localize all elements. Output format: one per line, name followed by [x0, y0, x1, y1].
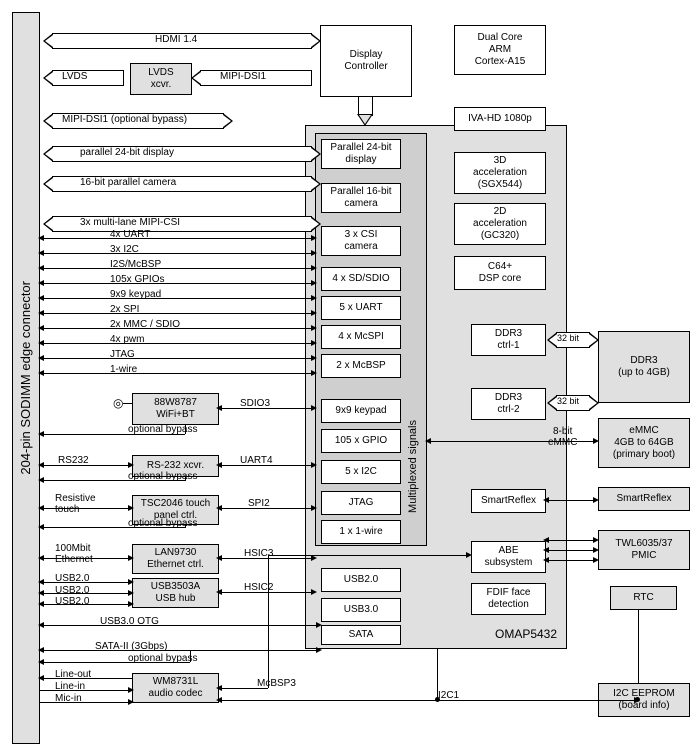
int-sdio: 4 x SD/SDIO — [321, 267, 401, 291]
int-usb20: USB2.0 — [321, 568, 401, 592]
display-controller: Display Controller — [320, 25, 412, 97]
linein-label: Line-in — [55, 681, 85, 692]
pmic-ext: TWL6035/37 PMIC — [598, 530, 690, 570]
lvds-xcvr: LVDS xcvr. — [130, 63, 192, 95]
int-usb30: USB3.0 — [321, 598, 401, 622]
usb30otg-label: USB3.0 OTG — [100, 616, 159, 627]
emmc-ext: eMMC 4GB to 64GB (primary boot) — [598, 418, 690, 468]
antenna-icon: ◎ — [113, 397, 123, 410]
uart4-label: UART4 — [240, 455, 273, 466]
fdif: FDIF face detection — [471, 583, 546, 615]
ddr3-2-label: 32 bit — [557, 397, 579, 407]
mipi-dsi1-label: MIPI-DSI1 — [220, 71, 266, 82]
rtc-ext: RTC — [610, 586, 677, 610]
audio-chip: WM8731L audio codec — [132, 673, 219, 703]
rs232-label: RS232 — [58, 455, 89, 466]
mux-keypad: 9x9 keypad — [110, 289, 161, 300]
int-jtag: JTAG — [321, 491, 401, 515]
int-p16: Parallel 16-bit camera — [321, 183, 401, 213]
micin-label: Mic-in — [55, 693, 82, 704]
usb20-a: USB2.0 — [55, 573, 89, 584]
mux-jtag: JTAG — [110, 349, 135, 360]
mux-1wire: 1-wire — [110, 364, 137, 375]
sdio3-label: SDIO3 — [240, 398, 270, 409]
int-mcbsp: 2 x McBSP — [321, 354, 401, 378]
restouch-label: Resistive touch — [55, 493, 96, 515]
mux-signals-label: Multiplexed signals — [407, 420, 419, 516]
mux-mmc: 2x MMC / SDIO — [110, 319, 180, 330]
edge-connector: 204-pin SODIMM edge connector — [12, 12, 40, 744]
csi3x-label: 3x multi-lane MIPI-CSI — [80, 217, 180, 228]
int-uart: 5 x UART — [321, 296, 401, 320]
ddr3-1-label: 32 bit — [557, 334, 579, 344]
ddr3-ctrl1: DDR3 ctrl-1 — [471, 324, 546, 356]
int-sata: SATA — [321, 625, 401, 645]
hsic3-label: HSIC3 — [244, 548, 273, 559]
lvds-label: LVDS — [62, 71, 87, 82]
p16-label: 16-bit parallel camera — [80, 177, 176, 188]
mux-gpio: 105x GPIOs — [110, 274, 164, 285]
ddr3-ctrl2: DDR3 ctrl-2 — [471, 388, 546, 420]
smartreflex-int: SmartReflex — [471, 489, 546, 513]
bypass-wifi: optional bypass — [128, 424, 198, 435]
lan-chip: LAN9730 Ethernet ctrl. — [132, 544, 219, 574]
mux-i2s: I2S/McBSP — [110, 259, 161, 270]
int-1wire: 1 x 1-wire — [321, 520, 401, 544]
int-gpio: 105 x GPIO — [321, 429, 401, 453]
mipi-bypass-label: MIPI-DSI1 (optional bypass) — [62, 114, 187, 125]
edge-connector-label: 204-pin SODIMM edge connector — [18, 281, 34, 475]
int-csi: 3 x CSI camera — [321, 226, 401, 256]
usb20-b: USB2.0 — [55, 585, 89, 596]
soc-label: OMAP5432 — [495, 628, 557, 641]
sata-label: SATA-II (3Gbps) — [95, 641, 167, 652]
sgx544: 3D acceleration (SGX544) — [454, 152, 546, 194]
lineout-label: Line-out — [55, 669, 91, 680]
dsp: C64+ DSP core — [454, 256, 546, 290]
eth-label: 100Mbit Ethernet — [55, 543, 93, 565]
bypass-touch: optional bypass — [128, 518, 198, 529]
abe: ABE subsystem — [471, 541, 546, 573]
hsic2-label: HSIC2 — [244, 582, 273, 593]
wifi-chip: 88W8787 WiFi+BT — [132, 393, 219, 425]
mux-uart: 4x UART — [110, 229, 150, 240]
usb20-c: USB2.0 — [55, 596, 89, 607]
iva-hd: IVA-HD 1080p — [454, 107, 546, 131]
mux-i2c: 3x I2C — [110, 244, 139, 255]
gc320: 2D acceleration (GC320) — [454, 203, 546, 245]
i2c1-label: I2C1 — [438, 690, 459, 701]
bypass-sata: optional bypass — [128, 653, 198, 664]
usbhub-chip: USB3503A USB hub — [132, 578, 219, 608]
ddr3-ext: DDR3 (up to 4GB) — [598, 331, 690, 403]
p24-label: parallel 24-bit display — [80, 147, 174, 158]
cpu-a15: Dual Core ARM Cortex-A15 — [454, 25, 546, 75]
int-i2c: 5 x I2C — [321, 460, 401, 484]
emmc8-label: 8-bit eMMC — [548, 426, 577, 448]
int-keypad: 9x9 keypad — [321, 399, 401, 423]
int-mcspi: 4 x McSPI — [321, 325, 401, 349]
hdmi-label: HDMI 1.4 — [155, 34, 197, 45]
spi2-label: SPI2 — [248, 498, 270, 509]
mux-pwm: 4x pwm — [110, 334, 144, 345]
int-p24: Parallel 24-bit display — [321, 139, 401, 169]
smartreflex-ext: SmartReflex — [598, 487, 690, 511]
bypass-rs232: optional bypass — [128, 471, 198, 482]
mcbsp3-label: McBSP3 — [257, 678, 296, 689]
mux-spi: 2x SPI — [110, 304, 139, 315]
